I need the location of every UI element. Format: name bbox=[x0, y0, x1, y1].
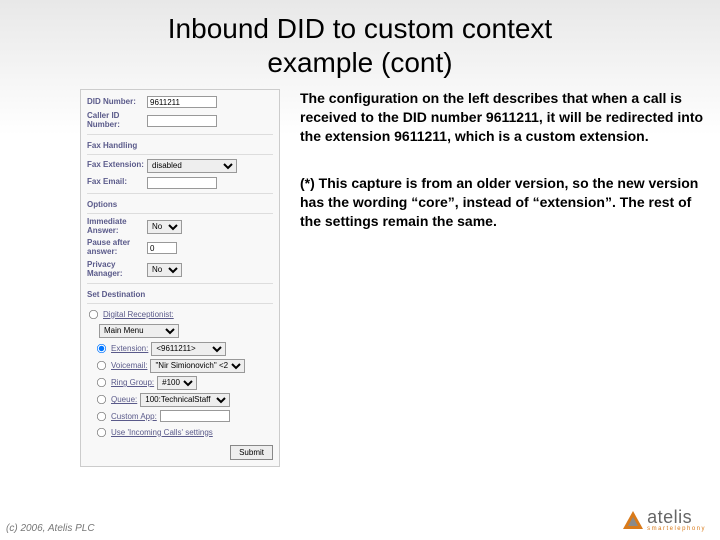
pause-after-answer-label: Pause after answer: bbox=[87, 239, 147, 257]
dest-voicemail-radio[interactable] bbox=[97, 361, 106, 370]
dest-custom-app-radio[interactable] bbox=[97, 412, 106, 421]
fax-extension-label: Fax Extension: bbox=[87, 161, 147, 170]
pause-after-answer-input[interactable] bbox=[147, 242, 177, 254]
copyright-footer: (c) 2006, Atelis PLC bbox=[6, 523, 95, 534]
slide-title: Inbound DID to custom context example (c… bbox=[0, 0, 720, 79]
caller-id-label: Caller ID Number: bbox=[87, 112, 147, 130]
logo-name: atelis bbox=[647, 508, 706, 526]
dest-digital-receptionist-radio[interactable] bbox=[89, 310, 98, 319]
dest-queue-row: Queue: 100:TechnicalStaff bbox=[95, 393, 273, 407]
fax-email-label: Fax Email: bbox=[87, 178, 147, 187]
ring-group-select[interactable]: #100 bbox=[157, 376, 197, 390]
dest-digital-receptionist-label: Digital Receptionist: bbox=[103, 310, 174, 319]
dest-incoming-calls-row: Use 'Incoming Calls' settings bbox=[95, 426, 273, 439]
content-area: DID Number: Caller ID Number: Fax Handli… bbox=[0, 89, 720, 466]
dest-extension-row: Extension: <9611211> bbox=[95, 342, 273, 356]
digital-receptionist-select[interactable]: Main Menu bbox=[99, 324, 179, 338]
logo-triangle-icon bbox=[623, 511, 643, 529]
atelis-logo: atelis smartelephony bbox=[623, 508, 706, 532]
set-destination-heading: Set Destination bbox=[87, 290, 273, 299]
config-panel: DID Number: Caller ID Number: Fax Handli… bbox=[80, 89, 280, 466]
dest-queue-label: Queue: bbox=[111, 395, 137, 404]
dest-queue-radio[interactable] bbox=[97, 395, 106, 404]
extension-select[interactable]: <9611211> bbox=[151, 342, 226, 356]
dest-extension-label: Extension: bbox=[111, 344, 148, 353]
fax-email-input[interactable] bbox=[147, 177, 217, 189]
description-column: The configuration on the left describes … bbox=[280, 89, 710, 466]
dest-incoming-calls-radio[interactable] bbox=[97, 428, 106, 437]
dest-ring-group-row: Ring Group: #100 bbox=[95, 376, 273, 390]
submit-button[interactable]: Submit bbox=[230, 445, 273, 460]
dest-ring-group-radio[interactable] bbox=[97, 378, 106, 387]
voicemail-select[interactable]: "Nir Simionovich" <211> bbox=[150, 359, 245, 373]
caller-id-input[interactable] bbox=[147, 115, 217, 127]
title-line2: example (cont) bbox=[267, 47, 452, 78]
queue-select[interactable]: 100:TechnicalStaff bbox=[140, 393, 230, 407]
dest-custom-app-label: Custom App: bbox=[111, 412, 157, 421]
dest-voicemail-label: Voicemail: bbox=[111, 361, 147, 370]
dest-voicemail-row: Voicemail: "Nir Simionovich" <211> bbox=[95, 359, 273, 373]
immediate-answer-label: Immediate Answer: bbox=[87, 218, 147, 236]
description-paragraph-2: (*) This capture is from an older versio… bbox=[300, 174, 710, 231]
fax-extension-select[interactable]: disabled bbox=[147, 159, 237, 173]
privacy-manager-select[interactable]: No bbox=[147, 263, 182, 277]
custom-app-input[interactable] bbox=[160, 410, 230, 422]
privacy-manager-label: Privacy Manager: bbox=[87, 261, 147, 279]
title-line1: Inbound DID to custom context bbox=[168, 13, 552, 44]
dest-extension-radio[interactable] bbox=[97, 344, 106, 353]
description-paragraph-1: The configuration on the left describes … bbox=[300, 89, 710, 146]
fax-handling-heading: Fax Handling bbox=[87, 141, 273, 150]
dest-custom-app-row: Custom App: bbox=[95, 410, 273, 423]
dest-ring-group-label: Ring Group: bbox=[111, 378, 154, 387]
options-heading: Options bbox=[87, 200, 273, 209]
did-number-label: DID Number: bbox=[87, 98, 147, 107]
did-number-input[interactable] bbox=[147, 96, 217, 108]
immediate-answer-select[interactable]: No bbox=[147, 220, 182, 234]
dest-digital-receptionist-row: Digital Receptionist: bbox=[87, 308, 273, 321]
logo-tagline: smartelephony bbox=[647, 526, 706, 532]
dest-incoming-calls-label: Use 'Incoming Calls' settings bbox=[111, 428, 213, 437]
